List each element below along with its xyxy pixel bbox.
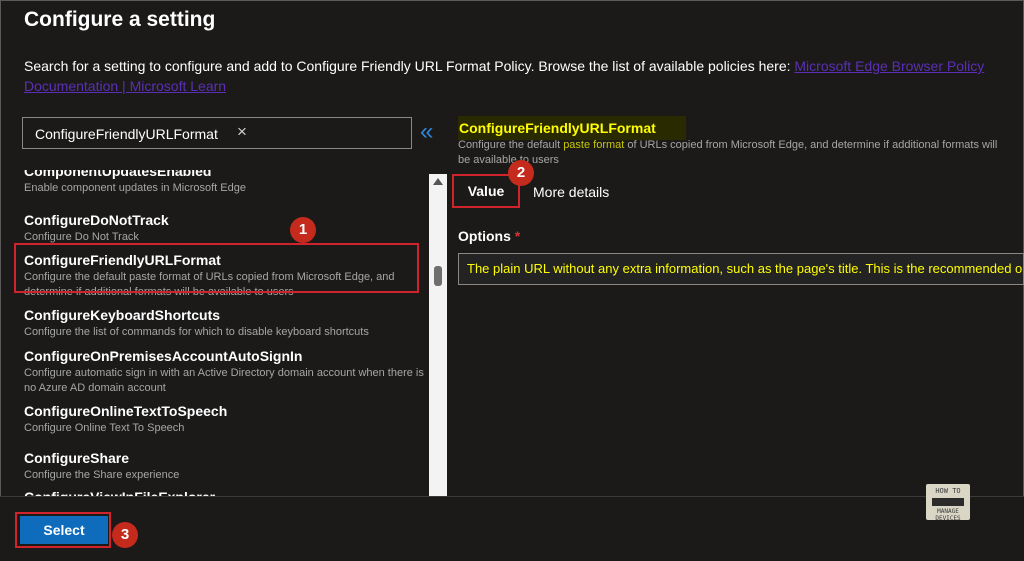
list-item[interactable]: ConfigureOnPremisesAccountAutoSignIn Con… xyxy=(24,347,424,396)
select-button[interactable]: Select xyxy=(20,516,108,544)
annotation-badge-2: 2 xyxy=(508,160,534,186)
setting-description: Enable component updates in Microsoft Ed… xyxy=(24,182,246,194)
close-icon[interactable]: × xyxy=(237,122,247,142)
setting-name: ConfigureKeyboardShortcuts xyxy=(24,307,221,323)
list-item[interactable]: ConfigureShare Configure the Share exper… xyxy=(24,449,424,483)
tab-more-details[interactable]: More details xyxy=(533,180,609,208)
list-item[interactable]: ConfigureDoNotTrack Configure Do Not Tra… xyxy=(24,211,424,245)
detail-title-highlight: ConfigureFriendlyURLFormat xyxy=(458,116,686,140)
setting-name: ConfigureOnlineTextToSpeech xyxy=(24,403,228,419)
annotation-badge-3: 3 xyxy=(112,522,138,548)
required-marker: * xyxy=(514,228,521,244)
description-text: Search for a setting to configure and ad… xyxy=(24,58,795,74)
setting-description: Configure the list of commands for which… xyxy=(24,326,369,338)
list-item[interactable]: ConfigureKeyboardShortcuts Configure the… xyxy=(24,306,424,340)
options-selected-value: The plain URL without any extra informat… xyxy=(467,261,1024,276)
list-item[interactable]: ConfigureViewInFileExplorer xyxy=(24,488,424,496)
scroll-up-icon[interactable] xyxy=(433,178,443,185)
detail-desc-part: Configure the default xyxy=(458,139,564,151)
detail-description: Configure the default paste format of UR… xyxy=(458,138,998,168)
watermark-logo: HOW TO MANAGE DEVICES xyxy=(926,484,970,522)
panel-description: Search for a setting to configure and ad… xyxy=(24,56,999,96)
watermark-bottom-text: MANAGE DEVICES xyxy=(935,508,961,522)
setting-name: ComponentUpdatesEnabled xyxy=(24,170,212,179)
setting-description: Configure the Share experience xyxy=(24,469,180,481)
panel-title: Configure a setting xyxy=(24,8,216,31)
options-label-text: Options xyxy=(458,228,511,244)
setting-name: ConfigureViewInFileExplorer xyxy=(24,488,424,496)
list-item[interactable]: ConfigureOnlineTextToSpeech Configure On… xyxy=(24,402,424,436)
detail-desc-highlight: paste format xyxy=(563,139,625,151)
annotation-badge-1: 1 xyxy=(290,217,316,243)
setting-name: ConfigureDoNotTrack xyxy=(24,212,169,228)
setting-description: Configure automatic sign in with an Acti… xyxy=(24,367,424,394)
setting-name: ConfigureShare xyxy=(24,450,130,466)
settings-list: ComponentUpdatesEnabled Enable component… xyxy=(14,170,426,496)
collapse-chevron-icon[interactable]: « xyxy=(420,118,444,148)
setting-description: Configure Online Text To Speech xyxy=(24,422,185,434)
search-value: ConfigureFriendlyURLFormat xyxy=(35,126,218,142)
setting-name: ConfigureOnPremisesAccountAutoSignIn xyxy=(24,348,303,364)
search-input[interactable]: ConfigureFriendlyURLFormat × xyxy=(22,117,412,149)
watermark-bar xyxy=(932,498,964,506)
list-scrollbar[interactable] xyxy=(429,174,447,496)
options-label: Options * xyxy=(458,228,520,244)
panel-footer xyxy=(0,496,1024,561)
annotation-highlight-setting xyxy=(14,243,419,293)
options-dropdown[interactable]: The plain URL without any extra informat… xyxy=(458,253,1024,285)
watermark-top-text: HOW TO xyxy=(935,487,961,495)
list-item[interactable]: ComponentUpdatesEnabled Enable component… xyxy=(24,170,424,196)
scrollbar-thumb[interactable] xyxy=(434,266,442,286)
detail-title: ConfigureFriendlyURLFormat xyxy=(459,120,656,136)
